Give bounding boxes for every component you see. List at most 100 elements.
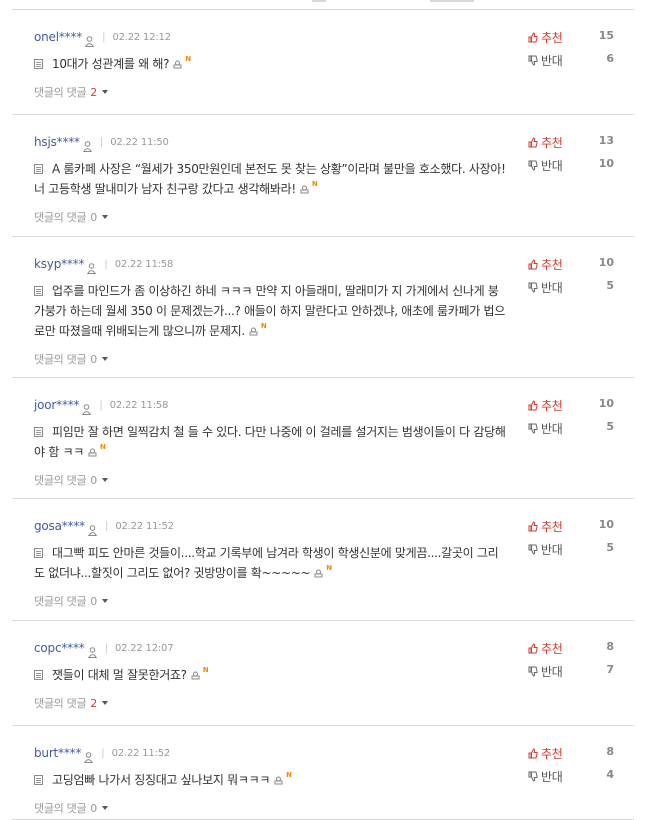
comment-time: 02.22 11:52 — [111, 747, 171, 759]
document-icon — [34, 670, 43, 680]
oppose-button[interactable]: 반대 — [528, 52, 563, 69]
comment-author[interactable]: ksyp**** — [34, 257, 85, 271]
thumbs-down-icon — [528, 544, 541, 555]
reply-label: 댓글의 댓글 — [34, 211, 87, 224]
recommend-button[interactable]: 추천 — [528, 256, 563, 273]
new-badge-icon: N — [260, 322, 267, 330]
report-icon[interactable] — [300, 180, 309, 194]
thumbs-up-icon — [528, 748, 541, 759]
document-icon — [34, 775, 43, 785]
comment-author[interactable]: hsjs**** — [34, 135, 80, 149]
user-icon[interactable] — [82, 400, 92, 415]
oppose-label: 반대 — [541, 281, 563, 295]
recommend-count: 15 — [598, 29, 614, 42]
reply-toggle-button[interactable]: 댓글의 댓글 2 — [34, 695, 108, 711]
oppose-count: 7 — [606, 663, 614, 676]
thumbs-up-icon — [528, 32, 541, 43]
comment-item: copc**** | 02.22 12:07 잿들이 대체 멀 잘못한거죠? N … — [12, 621, 634, 726]
separator: | — [104, 258, 108, 270]
tab-indicator — [430, 0, 474, 2]
reply-toggle-button[interactable]: 댓글의 댓글 0 — [34, 209, 108, 225]
user-icon[interactable] — [87, 259, 97, 274]
thumbs-down-icon — [528, 423, 541, 434]
oppose-button[interactable]: 반대 — [528, 279, 563, 296]
oppose-button[interactable]: 반대 — [528, 157, 563, 174]
thumbs-down-icon — [528, 55, 541, 66]
comment-item: ksyp**** | 02.22 11:58 업주를 마인드가 좀 이상하긴 하… — [12, 237, 634, 378]
recommend-count: 10 — [598, 397, 614, 410]
recommend-label: 추천 — [541, 747, 563, 761]
comment-body: 고딩엄빠 나가서 징징대고 싶나보지 뭐ㅋㅋㅋ N — [34, 770, 508, 790]
user-icon[interactable] — [84, 748, 94, 763]
user-icon[interactable] — [82, 137, 92, 152]
document-icon — [34, 164, 43, 174]
oppose-count: 4 — [606, 768, 614, 781]
report-icon[interactable] — [191, 666, 200, 680]
report-icon[interactable] — [274, 771, 283, 785]
recommend-count: 10 — [598, 256, 614, 269]
comment-meta: joor**** | 02.22 11:58 — [34, 397, 169, 415]
reply-toggle-button[interactable]: 댓글의 댓글 0 — [34, 351, 108, 367]
user-icon[interactable] — [84, 32, 95, 47]
recommend-label: 추천 — [541, 258, 563, 272]
comment-time: 02.22 12:07 — [114, 642, 174, 654]
comment-author[interactable]: joor**** — [34, 398, 80, 412]
document-icon — [34, 548, 43, 558]
document-icon — [34, 427, 43, 437]
recommend-count: 8 — [606, 640, 614, 653]
recommend-button[interactable]: 추천 — [528, 745, 563, 762]
comment-author[interactable]: copc**** — [34, 641, 85, 655]
oppose-label: 반대 — [541, 159, 563, 173]
recommend-label: 추천 — [541, 642, 563, 656]
report-icon[interactable] — [88, 443, 97, 457]
recommend-label: 추천 — [541, 31, 563, 45]
document-icon — [34, 286, 43, 296]
comment-time: 02.22 11:50 — [110, 136, 169, 148]
oppose-button[interactable]: 반대 — [528, 768, 563, 785]
recommend-count: 10 — [598, 518, 614, 531]
separator: | — [101, 747, 105, 759]
comment-text: 10대가 성관계를 왜 해? — [52, 57, 170, 71]
recommend-button[interactable]: 추천 — [528, 29, 563, 46]
comment-meta: hsjs**** | 02.22 11:50 — [34, 134, 169, 152]
recommend-button[interactable]: 추천 — [528, 134, 563, 151]
report-icon[interactable] — [249, 322, 258, 336]
comment-meta: onel**** | 02.22 12:12 — [34, 29, 171, 47]
recommend-button[interactable]: 추천 — [528, 518, 563, 535]
user-icon[interactable] — [87, 643, 97, 658]
comment-author[interactable]: burt**** — [34, 746, 81, 760]
new-badge-icon: N — [202, 666, 209, 674]
oppose-button[interactable]: 반대 — [528, 541, 563, 558]
oppose-button[interactable]: 반대 — [528, 420, 563, 437]
thumbs-up-icon — [528, 643, 541, 654]
oppose-button[interactable]: 반대 — [528, 663, 563, 680]
thumbs-down-icon — [528, 282, 541, 293]
comment-time: 02.22 11:58 — [109, 399, 169, 411]
reply-count: 2 — [90, 696, 97, 710]
oppose-label: 반대 — [541, 770, 563, 784]
separator: | — [104, 642, 108, 654]
new-badge-icon: N — [286, 771, 292, 779]
comment-meta: gosa**** | 02.22 11:52 — [34, 518, 174, 536]
comment-text: 피임만 잘 하면 일찍감치 철 들 수 있다. 다만 나중에 이 걸레를 설거지… — [34, 425, 506, 459]
comment-author[interactable]: gosa**** — [34, 519, 85, 533]
report-icon[interactable] — [314, 564, 323, 578]
comment-meta: copc**** | 02.22 12:07 — [34, 640, 174, 658]
recommend-button[interactable]: 추천 — [528, 640, 563, 657]
reply-toggle-button[interactable]: 댓글의 댓글 0 — [34, 472, 108, 488]
caret-down-icon — [102, 806, 108, 810]
user-icon[interactable] — [87, 521, 98, 536]
reply-count: 2 — [90, 85, 97, 99]
thumbs-down-icon — [528, 160, 541, 171]
comment-body: A 룸카페 사장은 “월세가 350만원인데 본전도 못 찾는 상황”이라며 불… — [34, 159, 508, 199]
oppose-count: 5 — [606, 420, 614, 433]
reply-toggle-button[interactable]: 댓글의 댓글 2 — [34, 84, 108, 100]
report-icon[interactable] — [173, 55, 182, 69]
comment-item: gosa**** | 02.22 11:52 대그빡 피도 안마른 것들이...… — [12, 499, 634, 621]
comment-author[interactable]: onel**** — [34, 30, 82, 44]
caret-down-icon — [102, 215, 108, 219]
reply-label: 댓글의 댓글 — [34, 595, 87, 608]
reply-toggle-button[interactable]: 댓글의 댓글 0 — [34, 593, 108, 609]
comment-time: 02.22 11:58 — [114, 258, 174, 270]
recommend-button[interactable]: 추천 — [528, 397, 563, 414]
